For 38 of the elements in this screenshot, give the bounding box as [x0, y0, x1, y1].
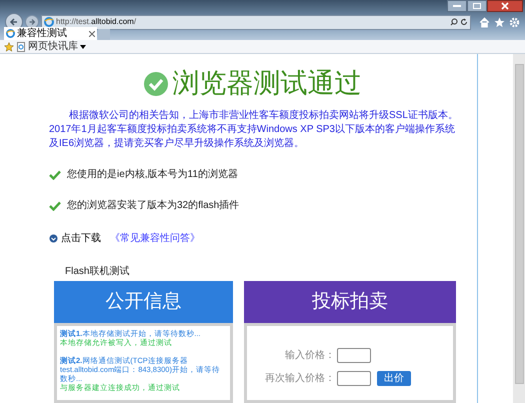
scrollbar[interactable]: [513, 54, 525, 403]
flash-test-title: Flash联机测试: [65, 264, 130, 279]
bid-button[interactable]: 出价: [377, 371, 411, 386]
scrollbar-thumb[interactable]: [514, 64, 524, 384]
settings-icon[interactable]: [509, 16, 520, 28]
panel-header: 投标拍卖: [244, 281, 456, 323]
notice-paragraph: 根据微软公司的相关告知，上海市非营业性客车额度投标拍卖网站将升级SSL证书版本。2017年1月起客车额度投标拍卖系统将不再支持Windows XP SP3以下版本的客户端操作系统及IE6浏览器，提请竞买客户尽早升级操作系统及浏览器。: [49, 109, 459, 151]
search-icon[interactable]: [450, 18, 458, 26]
forward-arrow-icon: [28, 18, 36, 26]
back-arrow-icon: [9, 17, 19, 27]
maximize-button[interactable]: [467, 0, 487, 12]
download-label: 点击下载: [61, 232, 101, 246]
close-icon: [501, 2, 509, 10]
check-result-text: 您使用的是ie内核,版本号为11的浏览器: [67, 168, 238, 182]
check-circle-icon: [142, 70, 168, 96]
faq-link[interactable]: 《常见兼容性问答》: [110, 231, 200, 246]
close-icon[interactable]: [89, 30, 95, 36]
page-title: 浏览器测试通过: [172, 70, 362, 97]
field-label: 再次输入价格：: [264, 372, 335, 386]
star-icon[interactable]: [4, 42, 14, 52]
check-result-text: 您的浏览器安装了版本为32的flash插件: [67, 198, 240, 213]
home-icon[interactable]: [479, 16, 490, 28]
panel-header: 公开信息: [54, 281, 233, 323]
star-icon[interactable]: [494, 16, 505, 28]
close-button[interactable]: [487, 0, 523, 12]
tab-label: 兼容性测试: [17, 28, 68, 38]
minimize-button[interactable]: [447, 0, 467, 12]
url-text: http://test.alltobid.com/: [56, 16, 138, 28]
favorites-bar-item[interactable]: 网页快讯库: [28, 42, 86, 52]
browser-logo-icon: [6, 29, 15, 38]
price-field[interactable]: [337, 371, 371, 386]
refresh-icon[interactable]: [460, 18, 468, 26]
price-field[interactable]: [337, 348, 371, 363]
field-label: 输入价格：: [284, 348, 335, 363]
download-icon: [49, 234, 58, 243]
caret-icon: [80, 44, 86, 48]
browser-tab[interactable]: 兼容性测试: [4, 27, 97, 40]
browser-logo-icon: [44, 17, 54, 27]
